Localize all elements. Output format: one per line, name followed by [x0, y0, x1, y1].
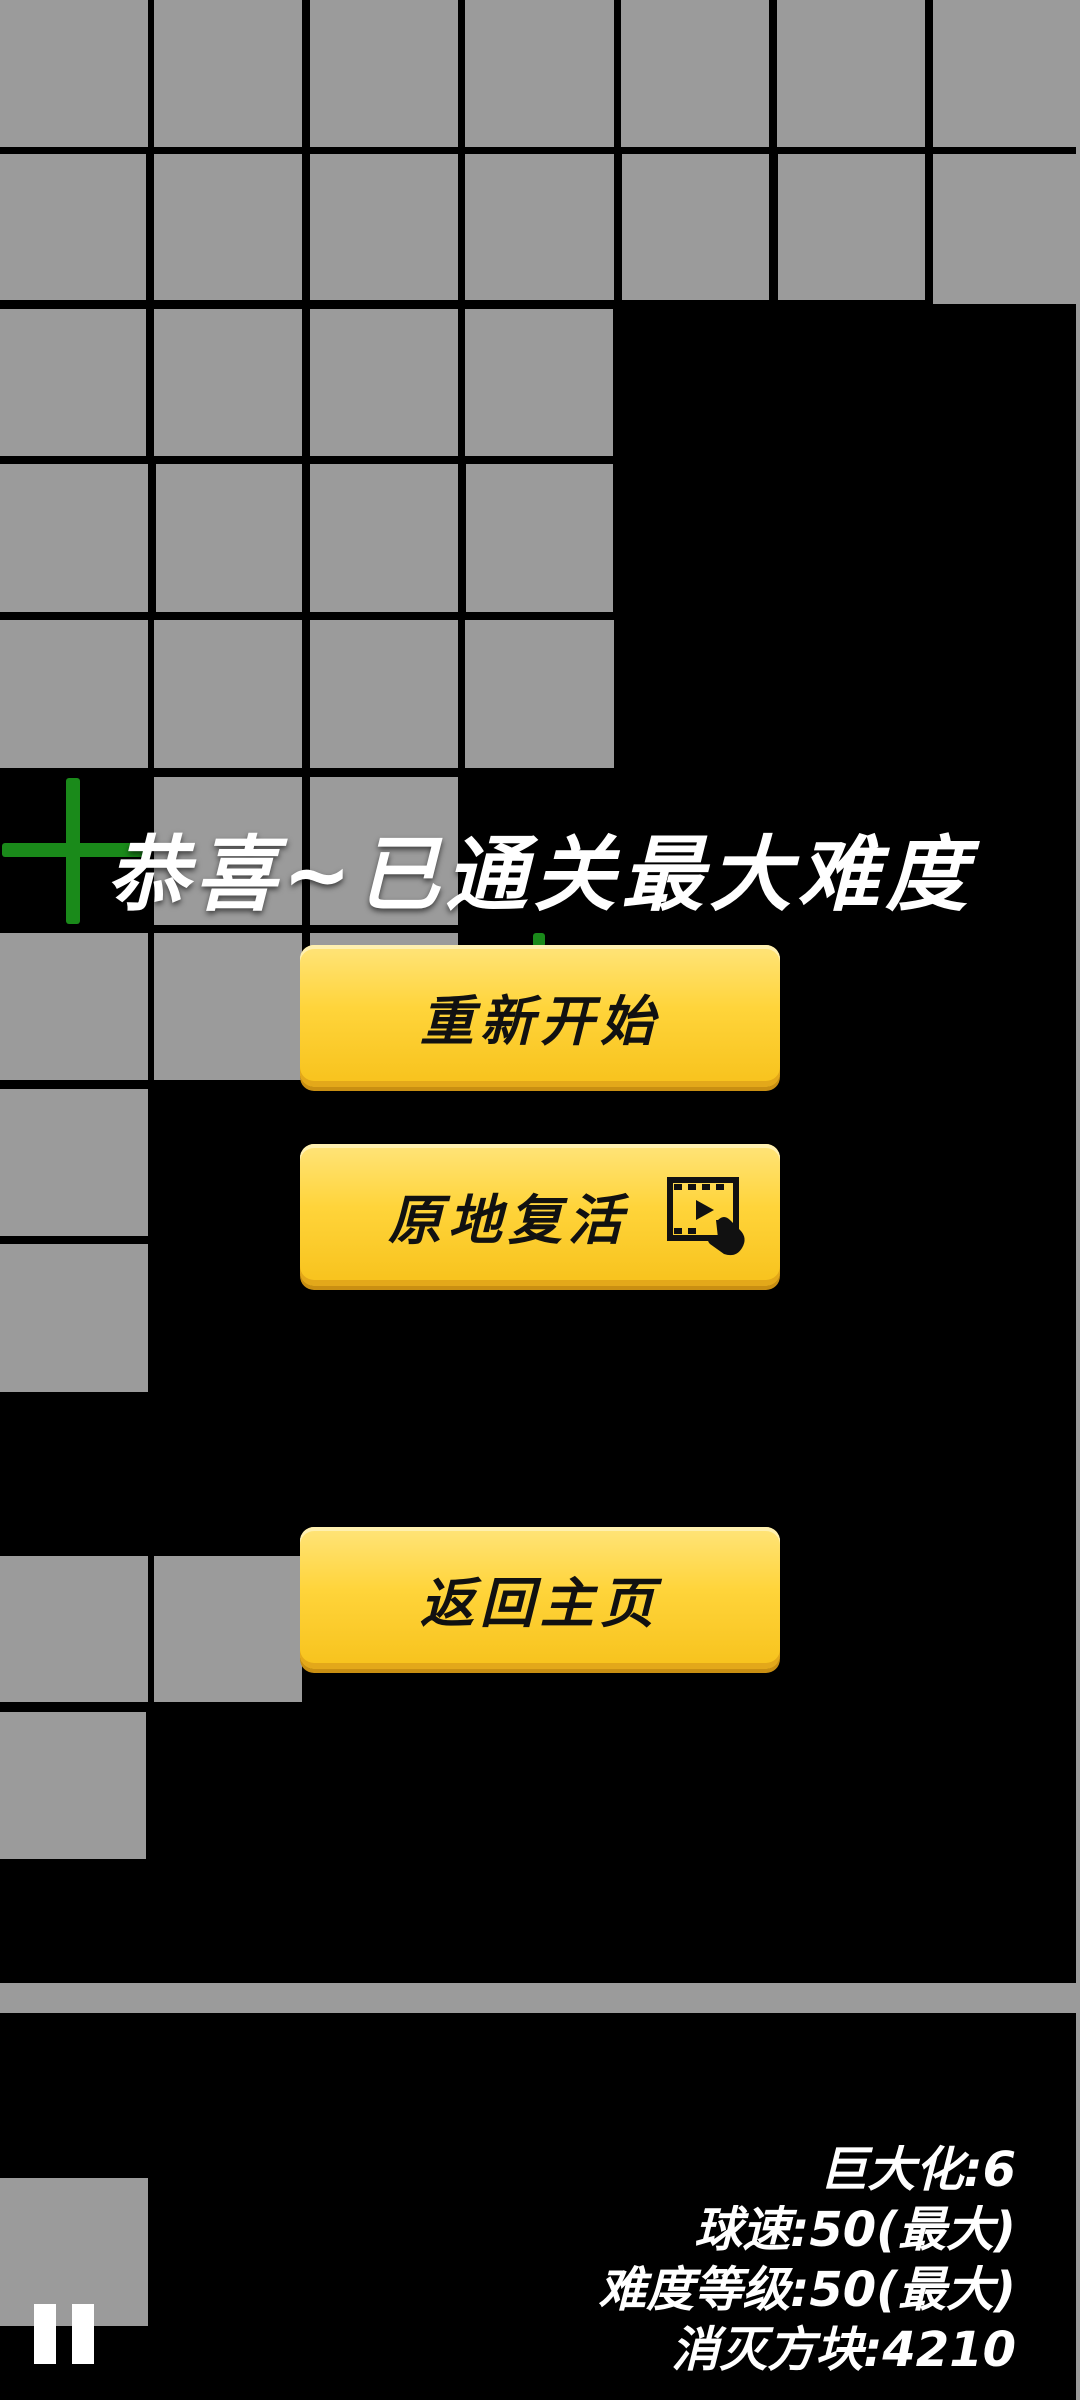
block-tile	[0, 1244, 148, 1392]
block-tile	[0, 620, 148, 768]
restart-button-label: 重新开始	[420, 989, 660, 1053]
block-tile	[0, 1712, 146, 1859]
block-tile	[621, 0, 769, 147]
block-tile	[310, 0, 458, 147]
block-tile	[154, 1556, 302, 1702]
home-button-label: 返回主页	[420, 1571, 660, 1635]
block-tile	[154, 309, 302, 456]
stat-difficulty: 难度等级:50(最大)	[598, 2262, 1016, 2318]
block-tile	[310, 620, 458, 768]
block-tile	[465, 0, 614, 147]
block-tile	[0, 933, 148, 1080]
block-tile	[154, 0, 302, 147]
block-tile	[777, 0, 925, 147]
pause-icon[interactable]	[34, 2304, 96, 2364]
video-ad-icon	[667, 1177, 745, 1256]
stats-panel: 巨大化:6 球速:50(最大) 难度等级:50(最大) 消灭方块:4210	[598, 2140, 1016, 2380]
block-tile	[465, 154, 614, 300]
home-button[interactable]: 返回主页	[300, 1527, 780, 1669]
block-tile	[465, 620, 614, 768]
board-divider	[0, 1983, 1080, 2013]
block-tile	[310, 309, 458, 456]
block-tile	[156, 464, 302, 612]
block-tile	[310, 464, 458, 612]
block-tile	[310, 154, 458, 300]
block-tile	[933, 0, 1080, 147]
revive-button[interactable]: 原地复活	[300, 1144, 780, 1286]
stat-blocks-destroyed: 消灭方块:4210	[671, 2322, 1016, 2378]
stat-ball-speed: 球速:50(最大)	[694, 2202, 1016, 2258]
block-tile	[933, 154, 1080, 304]
block-tile	[778, 154, 925, 300]
completion-title: 恭喜~已通关最大难度	[106, 828, 974, 923]
block-tile	[154, 154, 302, 300]
board-edge	[1076, 0, 1080, 2400]
block-tile	[465, 309, 613, 456]
revive-button-label: 原地复活	[388, 1188, 628, 1252]
block-tile	[466, 464, 613, 612]
restart-button[interactable]: 重新开始	[300, 945, 780, 1087]
block-tile	[154, 620, 302, 768]
block-tile	[0, 154, 146, 300]
stat-giant: 巨大化:6	[819, 2142, 1016, 2198]
block-tile	[0, 1556, 148, 1702]
block-tile	[0, 309, 146, 456]
block-tile	[0, 1089, 148, 1236]
block-tile	[154, 933, 302, 1080]
block-tile	[622, 154, 769, 300]
block-tile	[0, 464, 148, 612]
block-tile	[0, 0, 148, 147]
